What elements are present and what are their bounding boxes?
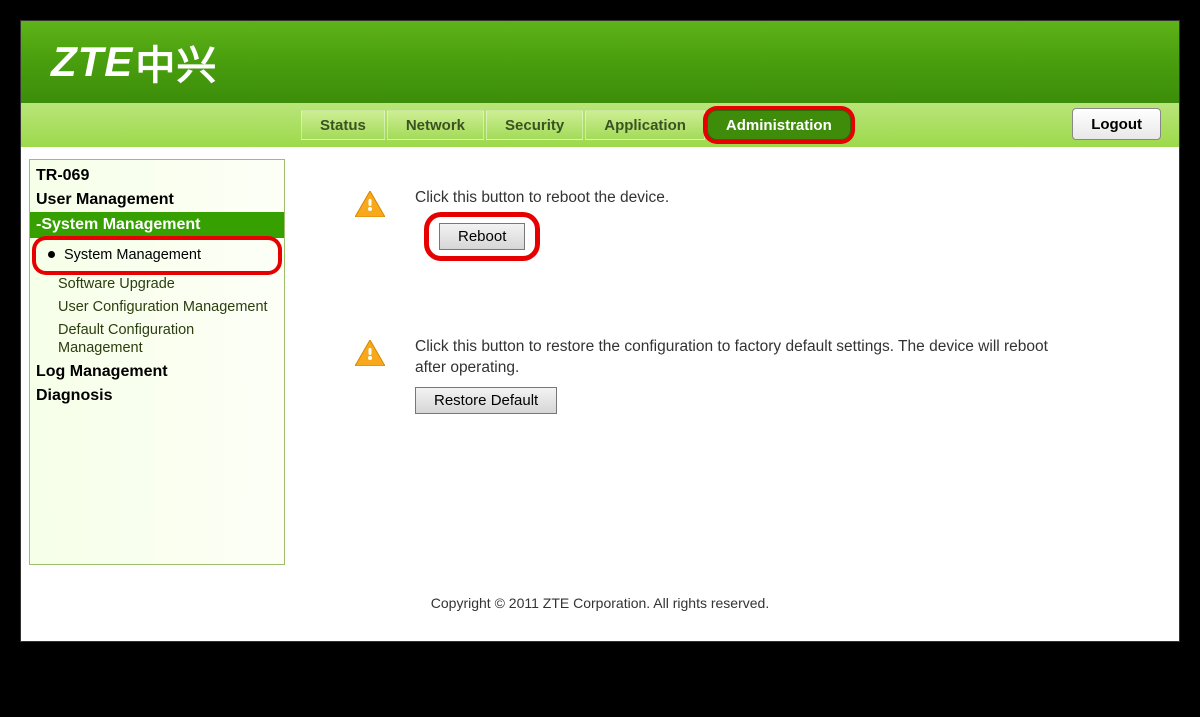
warning-icon xyxy=(355,191,385,217)
sidebar: TR-069 User Management -System Managemen… xyxy=(29,159,285,565)
sidebar-item-tr069[interactable]: TR-069 xyxy=(30,164,284,188)
reboot-text: Click this button to reboot the device. xyxy=(415,187,669,209)
reboot-block: Click this button to reboot the device. … xyxy=(355,187,1149,256)
sidebar-item-diagnosis[interactable]: Diagnosis xyxy=(30,384,284,408)
tab-security[interactable]: Security xyxy=(486,110,583,140)
reboot-desc: Click this button to reboot the device. … xyxy=(415,187,669,256)
brand-logo: ZTE 中兴 xyxy=(51,33,217,91)
header: ZTE 中兴 xyxy=(21,21,1179,103)
reboot-button[interactable]: Reboot xyxy=(439,223,525,250)
tab-application[interactable]: Application xyxy=(585,110,705,140)
logo-text: ZTE xyxy=(51,38,133,86)
footer-text: Copyright © 2011 ZTE Corporation. All ri… xyxy=(21,577,1179,641)
sidebar-sub-user-config-mgmt[interactable]: User Configuration Management xyxy=(30,296,284,319)
restore-desc: Click this button to restore the configu… xyxy=(415,336,1055,414)
top-nav: Status Network Security Application Admi… xyxy=(21,103,1179,147)
body: TR-069 User Management -System Managemen… xyxy=(21,147,1179,577)
restore-default-button[interactable]: Restore Default xyxy=(415,387,557,414)
sidebar-section-system-management[interactable]: -System Management xyxy=(30,212,284,238)
sidebar-sub-system-management[interactable]: System Management xyxy=(36,244,278,267)
content-area: Click this button to reboot the device. … xyxy=(295,147,1179,577)
logo-cn-text: 中兴 xyxy=(135,33,217,91)
restore-block: Click this button to restore the configu… xyxy=(355,336,1149,414)
app-frame: ZTE 中兴 Status Network Security Applicati… xyxy=(20,20,1180,642)
reboot-highlight: Reboot xyxy=(429,217,535,256)
tab-network[interactable]: Network xyxy=(387,110,484,140)
sidebar-sub-default-config-mgmt[interactable]: Default Configuration Management xyxy=(30,319,284,361)
logout-button[interactable]: Logout xyxy=(1072,108,1161,140)
sidebar-sub-software-upgrade[interactable]: Software Upgrade xyxy=(30,273,284,296)
tab-administration[interactable]: Administration xyxy=(707,110,851,140)
sidebar-sub-highlight: System Management xyxy=(36,240,278,271)
restore-text: Click this button to restore the configu… xyxy=(415,336,1055,379)
sidebar-item-log-management[interactable]: Log Management xyxy=(30,360,284,384)
sidebar-item-user-management[interactable]: User Management xyxy=(30,188,284,212)
warning-icon xyxy=(355,340,385,366)
tab-status[interactable]: Status xyxy=(301,110,385,140)
